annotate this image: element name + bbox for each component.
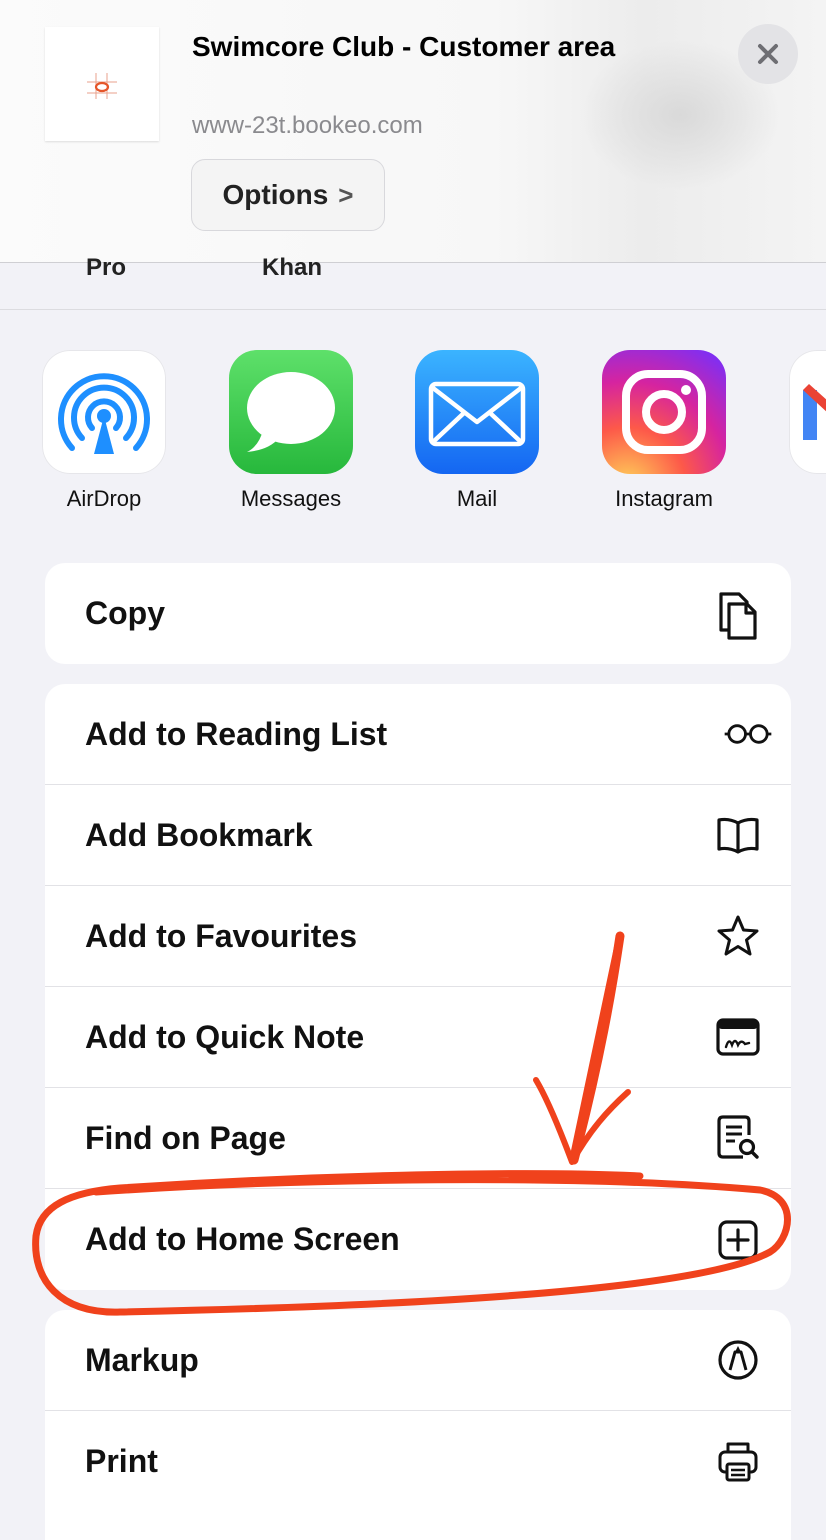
people-divider: [0, 309, 826, 310]
action-label: Copy: [85, 595, 165, 631]
action-label: Add to Reading List: [85, 715, 388, 752]
app-mail[interactable]: Mail: [415, 350, 539, 511]
site-favicon-icon: [87, 73, 117, 99]
action-add-to-home-screen[interactable]: Add to Home Screen: [45, 1189, 791, 1290]
contact-name[interactable]: Pro: [86, 254, 126, 282]
app-airdrop[interactable]: AirDrop: [42, 350, 166, 511]
action-markup[interactable]: Markup: [45, 1310, 791, 1411]
action-add-to-favourites[interactable]: Add to Favourites: [45, 886, 791, 987]
app-gmail[interactable]: G: [789, 350, 826, 474]
app-label: AirDrop: [66, 486, 142, 511]
printer-icon: [713, 1437, 763, 1487]
copy-card: Copy: [45, 563, 791, 664]
gmail-icon: [789, 350, 826, 474]
app-label: Mail: [456, 486, 498, 511]
close-button[interactable]: [738, 24, 798, 84]
site-thumbnail: [45, 27, 159, 141]
messages-icon: [229, 350, 353, 474]
close-icon: [758, 44, 778, 64]
action-find-on-page[interactable]: Find on Page: [45, 1088, 791, 1189]
app-label: Instagram: [615, 486, 713, 511]
action-label: Add to Quick Note: [85, 1018, 365, 1055]
action-label: Print: [85, 1443, 158, 1479]
mail-icon: [415, 350, 539, 474]
app-label: Messages: [240, 486, 342, 511]
options-label: Options: [222, 179, 329, 210]
action-add-to-quick-note[interactable]: Add to Quick Note: [45, 987, 791, 1088]
glasses-icon: [723, 709, 773, 759]
copy-icon: [713, 589, 763, 640]
more-actions-card: Markup Print: [45, 1310, 791, 1540]
share-sheet-header: Swimcore Club - Customer area www-23t.bo…: [0, 0, 826, 262]
action-print[interactable]: Print: [45, 1411, 791, 1512]
action-copy[interactable]: Copy: [45, 563, 791, 664]
book-icon: [713, 810, 763, 860]
markup-icon: [713, 1335, 763, 1385]
action-label: Find on Page: [85, 1119, 286, 1156]
instagram-icon: [602, 350, 726, 474]
action-label: Add to Favourites: [85, 917, 358, 954]
app-messages[interactable]: Messages: [229, 350, 353, 511]
action-label: Markup: [85, 1341, 199, 1378]
airdrop-icon: [42, 350, 166, 474]
star-icon: [713, 911, 763, 961]
action-add-to-reading-list[interactable]: Add to Reading List: [45, 684, 791, 785]
quick-note-icon: [713, 1012, 763, 1062]
options-button[interactable]: Options >: [191, 159, 385, 231]
page-title: Swimcore Club - Customer area: [192, 31, 616, 62]
action-label: Add to Home Screen: [85, 1221, 400, 1257]
actions-card: Add to Reading List Add Bookmark Add to …: [45, 684, 791, 1290]
app-instagram[interactable]: Instagram: [602, 350, 726, 511]
plus-square-icon: [713, 1215, 763, 1265]
chevron-right-icon: >: [338, 179, 354, 210]
find-page-icon: [713, 1113, 763, 1163]
action-add-bookmark[interactable]: Add Bookmark: [45, 785, 791, 886]
contact-name[interactable]: Khan: [262, 254, 322, 282]
page-url: www-23t.bookeo.com: [192, 112, 423, 139]
action-label: Add Bookmark: [85, 816, 313, 853]
